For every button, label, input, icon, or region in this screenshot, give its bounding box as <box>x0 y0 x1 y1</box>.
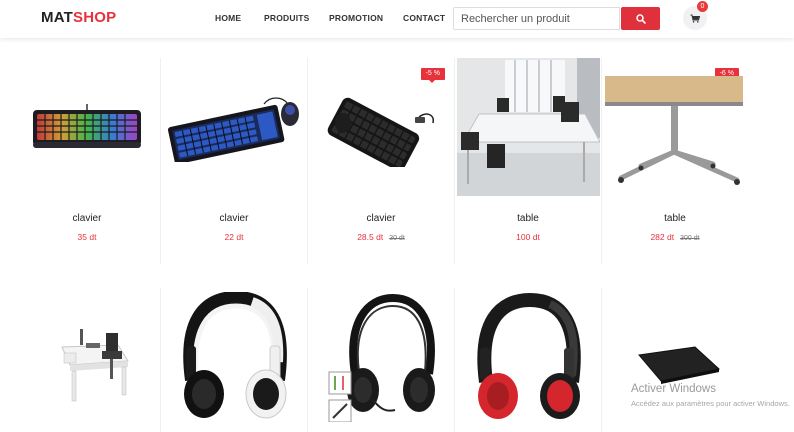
white-desk-with-chair-image <box>14 288 160 426</box>
product-card-headphones-2[interactable] <box>455 288 601 432</box>
nav-home[interactable]: HOME <box>215 13 241 23</box>
product-price: 100 dt <box>455 232 601 242</box>
nav-produits[interactable]: PRODUITS <box>264 13 310 23</box>
price-current: 100 dt <box>516 232 540 242</box>
product-name[interactable]: table <box>455 213 601 224</box>
price-old: 300 dt <box>680 235 700 242</box>
product-card-clavier-3[interactable]: -5 % clavier 28.5 dt 30 dt <box>308 58 454 264</box>
rgb-gaming-keyboard-image <box>14 58 160 196</box>
product-card-clavier-1[interactable]: clavier 35 dt <box>14 58 160 264</box>
product-name[interactable]: clavier <box>308 213 454 224</box>
product-name[interactable]: clavier <box>14 213 160 224</box>
top-header: MATSHOP HOME PRODUITS PROMOTION CONTACT … <box>0 0 794 38</box>
cart-icon <box>690 14 700 23</box>
activate-windows-subtitle: Accédez aux paramètres pour activer Wind… <box>631 399 790 408</box>
product-card-headphones-1[interactable] <box>161 288 307 432</box>
product-card-table-2[interactable]: -6 % table 282 dt 300 dt <box>602 58 748 264</box>
product-price: 282 dt 300 dt <box>602 232 748 242</box>
product-price: 35 dt <box>14 232 160 242</box>
price-current: 282 dt <box>650 232 675 242</box>
price-current: 28.5 dt <box>357 232 384 242</box>
product-card-clavier-2[interactable]: clavier 22 dt <box>161 58 307 264</box>
product-price: 22 dt <box>161 232 307 242</box>
price-current: 35 dt <box>77 232 97 242</box>
nav-contact[interactable]: CONTACT <box>403 13 445 23</box>
nav-promotion[interactable]: PROMOTION <box>329 13 383 23</box>
search-button[interactable] <box>621 7 660 30</box>
product-price: 28.5 dt 30 dt <box>308 232 454 242</box>
black-headset-with-jack-image <box>308 288 454 426</box>
search-icon <box>635 13 646 24</box>
search-input[interactable] <box>453 7 620 30</box>
cart-count-badge: 0 <box>697 1 708 12</box>
logo-part-mat: MAT <box>41 9 73 26</box>
wooden-top-table-image <box>602 58 748 196</box>
keyboard-and-mouse-image <box>161 58 307 196</box>
activate-windows-title: Activer Windows <box>631 383 716 395</box>
white-black-headphones-image <box>161 288 307 426</box>
price-current: 22 dt <box>224 232 244 242</box>
product-card-headset[interactable] <box>308 288 454 432</box>
product-card-desk[interactable] <box>14 288 160 432</box>
site-logo[interactable]: MATSHOP <box>41 9 116 26</box>
office-room-desks-image <box>457 58 600 196</box>
price-old: 30 dt <box>389 235 405 242</box>
logo-part-shop: SHOP <box>72 9 117 26</box>
product-card-table-1[interactable]: table 100 dt <box>455 58 601 264</box>
flexible-silicone-keyboard-image <box>308 58 454 196</box>
product-name[interactable]: clavier <box>161 213 307 224</box>
red-black-headphones-image <box>455 288 601 426</box>
product-name[interactable]: table <box>602 213 748 224</box>
product-card-mousepad[interactable] <box>602 288 748 432</box>
